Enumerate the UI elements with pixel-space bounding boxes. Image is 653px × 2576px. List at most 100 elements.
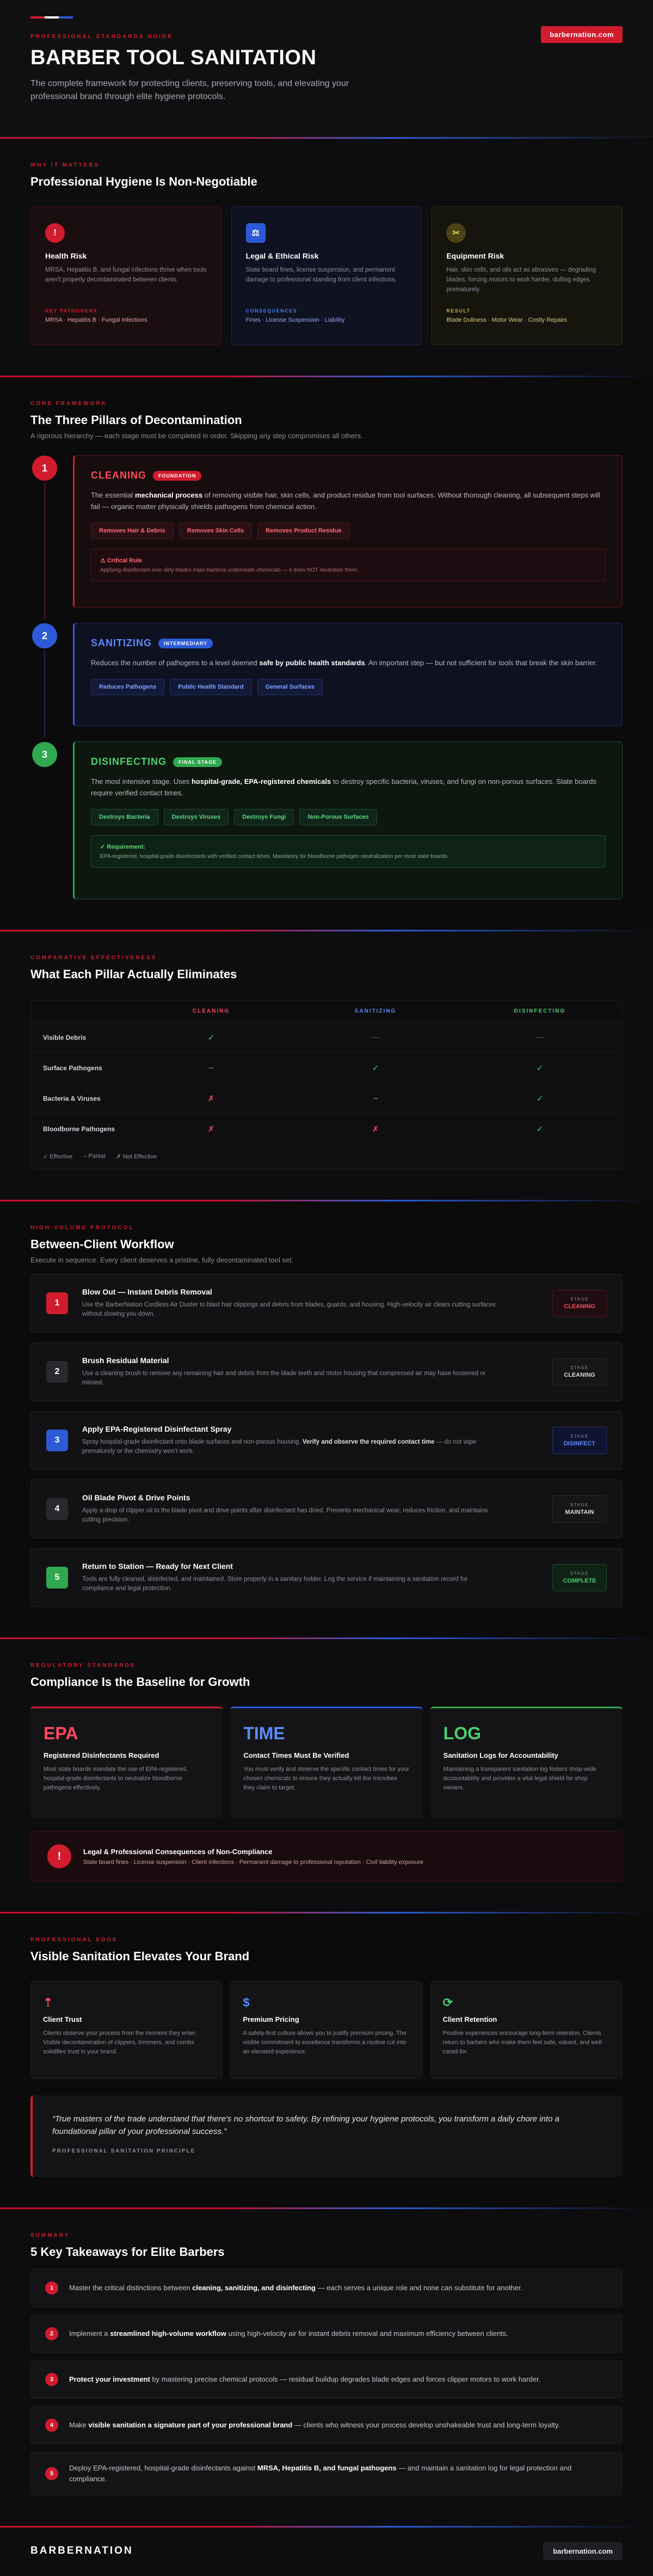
summary-section: SUMMARY 5 Key Takeaways for Elite Barber… — [0, 2207, 653, 2526]
pillar-number: 1 — [32, 456, 57, 481]
pillar-sanitizing: 2 SANITIZING INTERMEDIARY Reduces the nu… — [32, 623, 623, 738]
site-link-button[interactable]: barbernation.com — [541, 26, 623, 43]
compliance-keyword: TIME — [243, 1724, 285, 1743]
row-label: Visible Debris — [43, 1033, 87, 1041]
effectiveness-table: CLEANING SANITIZING DISINFECTING Visible… — [30, 1000, 623, 1169]
note-title: ✓ Requirement: — [100, 843, 146, 850]
takeaway-text: Implement a streamlined high-volume work… — [69, 2329, 508, 2338]
compliance-card-log: LOG Sanitation Logs for Accountability M… — [430, 1707, 623, 1818]
compliance-card-desc: Most state boards mandate the use of EPA… — [44, 1766, 188, 1792]
pillar-chip: Destroys Fungi — [234, 808, 294, 825]
takeaway-item: 4 Make visible sanitation a signature par… — [30, 2406, 623, 2444]
pillar-description: Reduces the number of pathogens to a lev… — [91, 659, 597, 667]
footer-site-link[interactable]: barbernation.com — [543, 2542, 623, 2560]
pillar-chip: General Surfaces — [257, 678, 323, 695]
stage-badge: STAGE DISINFECT — [552, 1427, 607, 1454]
compliance-section: REGULATORY STANDARDS Compliance Is the B… — [0, 1637, 653, 1912]
row-label: Bacteria & Viruses — [43, 1094, 101, 1102]
brand-eyebrow: PROFESSIONAL EDGE — [30, 1937, 118, 1943]
takeaway-number: 4 — [45, 2419, 58, 2432]
pillar-badge: FINAL STAGE — [173, 757, 223, 767]
step-title: Return to Station — Ready for Next Clien… — [82, 1561, 233, 1571]
refresh-icon: ⟳ — [442, 1996, 453, 2009]
column-header: DISINFECTING — [514, 1008, 566, 1014]
workflow-step: 4 Oil Blade Pivot & Drive Points Apply a … — [30, 1480, 623, 1538]
step-title: Apply EPA-Registered Disinfectant Spray — [82, 1424, 232, 1433]
table-cell: ✓ — [207, 1033, 215, 1042]
note-title: ⚠ Critical Rule — [100, 557, 143, 564]
note-desc: Applying disinfectant over dirty blades … — [100, 567, 359, 573]
risk-card-meta: KEY PATHOGENS — [45, 308, 98, 314]
brand-section: PROFESSIONAL EDGE Visible Sanitation Ele… — [0, 1912, 653, 2207]
takeaway-text: Make visible sanitation a signature part… — [69, 2420, 560, 2429]
step-desc: Use the BarberNation Cordless Air Duster… — [82, 1301, 496, 1317]
quote-block: “True masters of the trade understand th… — [30, 2095, 623, 2177]
brand-card-title: Client Retention — [442, 2015, 497, 2023]
compliance-keyword: EPA — [44, 1724, 78, 1743]
brand-card-desc: Positive experiences encourage long-term… — [442, 2030, 603, 2056]
pillar-number: 3 — [32, 742, 57, 767]
table-row: Visible Debris ✓ — — — [31, 1022, 622, 1053]
table-cell: ✓ — [536, 1124, 544, 1134]
takeaway-number: 3 — [45, 2373, 58, 2386]
risk-card-meta: RESULT — [446, 308, 471, 314]
compare-title: What Each Pillar Actually Eliminates — [30, 967, 237, 981]
takeaway-item: 1 Master the critical distinctions betwee… — [30, 2269, 623, 2307]
step-number: 4 — [46, 1498, 68, 1520]
risk-card-legal: ⚖ Legal & Ethical Risk State board fines… — [231, 206, 422, 345]
compliance-title: Compliance Is the Baseline for Growth — [30, 1675, 250, 1689]
step-number: 5 — [46, 1567, 68, 1588]
critical-rule-note: ⚠ Critical Rule Applying disinfectant ov… — [91, 548, 606, 581]
legal-title: Legal & Professional Consequences of Non… — [83, 1847, 273, 1856]
compliance-card-title: Sanitation Logs for Accountability — [443, 1751, 558, 1759]
compliance-card-title: Registered Disinfectants Required — [44, 1751, 159, 1759]
hero-eyebrow: PROFESSIONAL STANDARDS GUIDE — [30, 34, 173, 40]
takeaway-item: 5 Deploy EPA-registered, hospital-grade d… — [30, 2452, 623, 2495]
pillars-subtitle: A rigorous hierarchy — each stage must b… — [30, 432, 363, 440]
step-desc: Spray hospital-grade disinfectant onto b… — [82, 1438, 477, 1455]
alert-icon: ! — [47, 1844, 71, 1868]
workflow-step: 5 Return to Station — Ready for Next Cli… — [30, 1548, 623, 1607]
footer: BARBERNATION barbernation.com — [0, 2526, 653, 2576]
takeaway-number: 1 — [45, 2281, 58, 2295]
risk-card-title: Equipment Risk — [446, 252, 504, 260]
table-cell: — — [371, 1033, 380, 1042]
table-cell: – — [373, 1094, 378, 1103]
compliance-card-epa: EPA Registered Disinfectants Required Mo… — [30, 1707, 223, 1818]
summary-eyebrow: SUMMARY — [30, 2232, 70, 2238]
brand-flag — [30, 16, 623, 19]
pillar-disinfecting: 3 DISINFECTING FINAL STAGE The most inte… — [32, 741, 623, 899]
pillar-description: The most intensive stage. Uses hospital-… — [91, 777, 596, 797]
pillar-chip: Destroys Bacteria — [91, 808, 158, 825]
brand-card-pricing: $ Premium Pricing A safety-first culture… — [230, 1981, 423, 2079]
compliance-keyword: LOG — [443, 1724, 481, 1743]
summary-title: 5 Key Takeaways for Elite Barbers — [30, 2245, 225, 2259]
pillar-badge: FOUNDATION — [153, 470, 202, 481]
pillar-name: DISINFECTING — [91, 756, 167, 767]
takeaway-number: 5 — [45, 2467, 58, 2480]
compare-eyebrow: COMPARATIVE EFFECTIVENESS — [30, 955, 157, 961]
compliance-card-desc: You must verify and observe the specific… — [243, 1766, 410, 1792]
page-title: BARBER TOOL SANITATION — [30, 46, 317, 69]
pillar-chip: Reduces Pathogens — [91, 678, 165, 695]
compliance-card-desc: Maintaining a transparent sanitation log… — [443, 1766, 596, 1792]
workflow-step: 3 Apply EPA-Registered Disinfectant Spra… — [30, 1411, 623, 1470]
pillars-eyebrow: CORE FRAMEWORK — [30, 401, 107, 407]
pillar-name: SANITIZING — [91, 637, 152, 648]
legend-item: ✓ Effective — [43, 1154, 73, 1160]
scissors-icon: ✂ — [446, 223, 466, 243]
takeaway-text: Master the critical distinctions between… — [69, 2283, 523, 2292]
takeaway-number: 2 — [45, 2327, 58, 2340]
column-header: SANITIZING — [354, 1008, 397, 1014]
row-label: Surface Pathogens — [43, 1064, 102, 1072]
scale-icon: ⚖ — [245, 223, 266, 243]
workflow-section: HIGH-VOLUME PROTOCOL Between-Client Work… — [0, 1200, 653, 1637]
workflow-eyebrow: HIGH-VOLUME PROTOCOL — [30, 1225, 134, 1231]
why-title: Professional Hygiene Is Non-Negotiable — [30, 175, 257, 188]
risk-card-value: MRSA · Hepatitis B · Fungal Infections — [45, 317, 147, 323]
table-legend: ✓ Effective – Partial ✗ Not Effective — [31, 1144, 622, 1169]
compare-section: COMPARATIVE EFFECTIVENESS What Each Pill… — [0, 930, 653, 1200]
risk-card-value: Blade Dullness · Motor Wear · Costly Rep… — [446, 317, 568, 323]
step-desc: Tools are fully cleaned, disinfected, an… — [82, 1575, 468, 1592]
risk-card-meta: CONSEQUENCES — [245, 308, 298, 314]
